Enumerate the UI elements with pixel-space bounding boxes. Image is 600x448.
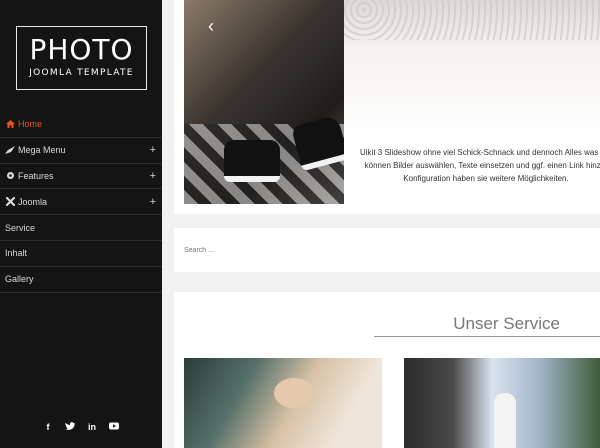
service-image-wedding-party[interactable]: [404, 358, 600, 448]
sidebar: PHOTO JOOMLA TEMPLATE Home Mega Menu + F…: [0, 0, 162, 448]
home-icon: [5, 120, 15, 129]
menu-item-inhalt[interactable]: Inhalt: [0, 241, 162, 267]
slideshow-image-sneakers: ‹: [184, 0, 344, 204]
menu-item-label: Service: [5, 222, 36, 233]
slideshow-image-dress: [344, 0, 600, 134]
menu-item-label: Features: [18, 170, 54, 181]
expand-plus-icon[interactable]: +: [150, 170, 156, 182]
expand-plus-icon[interactable]: +: [150, 144, 156, 156]
menu-item-label: Home: [18, 119, 43, 130]
social-links: f in: [0, 422, 162, 432]
twitter-icon[interactable]: [64, 422, 76, 432]
joomla-icon: [5, 197, 15, 207]
logo-title: PHOTO: [29, 33, 134, 66]
sneaker-left: [224, 140, 280, 182]
site-logo[interactable]: PHOTO JOOMLA TEMPLATE: [16, 26, 147, 90]
rocket-icon: [5, 146, 15, 155]
menu-item-service[interactable]: Service: [0, 215, 162, 241]
menu-item-gallery[interactable]: Gallery: [0, 267, 162, 293]
menu-item-joomla[interactable]: Joomla +: [0, 189, 162, 216]
main-content: ‹ Uikit 3 Slideshow ohne viel Schick-Sch…: [162, 0, 600, 448]
slideshow-card: ‹ Uikit 3 Slideshow ohne viel Schick-Sch…: [174, 0, 600, 214]
chevron-left-icon[interactable]: ‹: [208, 16, 214, 37]
facebook-icon[interactable]: f: [42, 422, 54, 432]
title-underline: [374, 336, 600, 337]
page: PHOTO JOOMLA TEMPLATE Home Mega Menu + F…: [0, 0, 600, 448]
gear-icon: [5, 171, 15, 180]
menu-item-mega-menu[interactable]: Mega Menu +: [0, 138, 162, 164]
search-input[interactable]: [184, 240, 584, 260]
service-title: Unser Service: [453, 314, 560, 333]
menu-item-features[interactable]: Features +: [0, 164, 162, 190]
search-card: [174, 228, 600, 272]
service-image-bride[interactable]: [184, 358, 382, 448]
main-menu: Home Mega Menu + Features + Joomla + Ser…: [0, 112, 162, 293]
service-section: Unser Service: [174, 292, 600, 448]
menu-item-label: Inhalt: [5, 248, 28, 259]
logo-subtitle: JOOMLA TEMPLATE: [29, 68, 134, 78]
expand-plus-icon[interactable]: +: [150, 196, 156, 208]
youtube-icon[interactable]: [108, 422, 120, 432]
menu-item-label: Gallery: [5, 274, 34, 285]
menu-item-label: Mega Menu: [18, 145, 66, 156]
menu-item-home[interactable]: Home: [0, 112, 162, 138]
linkedin-icon[interactable]: in: [86, 422, 98, 432]
slideshow-caption: Uikit 3 Slideshow ohne viel Schick-Schna…: [360, 148, 600, 183]
menu-item-label: Joomla: [18, 196, 48, 207]
